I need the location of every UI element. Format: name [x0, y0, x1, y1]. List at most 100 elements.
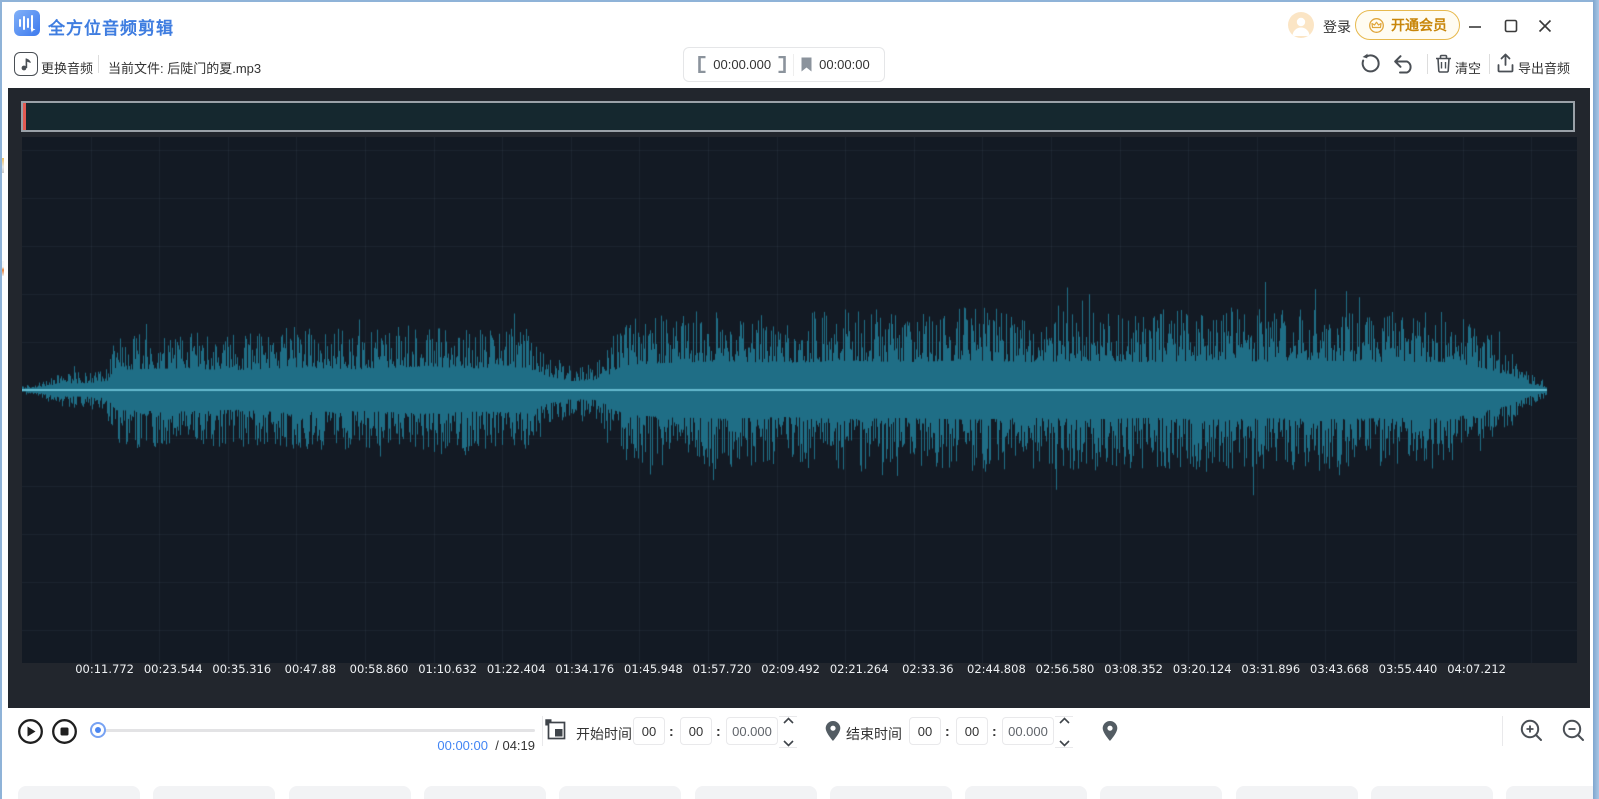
transport-divider: [542, 716, 543, 746]
chevron-up-icon: [1059, 717, 1070, 724]
clear-label[interactable]: 清空: [1455, 58, 1481, 77]
bottom-card[interactable]: [1100, 786, 1222, 799]
play-icon: [17, 718, 44, 745]
zoom-in-button[interactable]: [1519, 718, 1544, 743]
bottom-card[interactable]: [424, 786, 546, 799]
transport-divider: [1502, 716, 1503, 746]
set-end-marker-button[interactable]: [1101, 720, 1119, 742]
bottom-card[interactable]: [1506, 786, 1599, 799]
minimap-overview[interactable]: [21, 101, 1575, 132]
total-duration: / 04:19: [492, 738, 535, 753]
export-label[interactable]: 导出音频: [1518, 58, 1570, 77]
start-time-stepper[interactable]: [779, 716, 797, 748]
start-mm-input[interactable]: [680, 717, 712, 745]
time-label: 03:20.124: [1173, 662, 1232, 676]
playback-time-display: 00:00:00 / 04:19: [390, 738, 535, 753]
zoom-in-icon: [1519, 718, 1544, 743]
undo-icon: [1392, 53, 1416, 75]
time-label: 01:22.404: [487, 662, 546, 676]
toolbar-divider: [1489, 54, 1490, 74]
change-audio-button[interactable]: [14, 52, 38, 76]
chevron-down-icon: [1059, 740, 1070, 747]
time-label: 00:11.772: [75, 662, 134, 676]
maximize-icon: [1504, 19, 1518, 33]
start-time-label: 开始时间: [576, 724, 632, 744]
colon-separator: :: [716, 723, 721, 739]
music-note-icon: [20, 57, 33, 71]
start-sms-input[interactable]: [726, 717, 778, 745]
bottom-card[interactable]: [18, 786, 140, 799]
progress-slider-thumb[interactable]: [90, 722, 106, 738]
desktop-edge: [0, 0, 2, 799]
change-audio-label[interactable]: 更换音频: [41, 58, 93, 77]
end-time-stepper[interactable]: [1055, 716, 1073, 748]
time-label: 03:08.352: [1104, 662, 1163, 676]
zoom-out-icon: [1561, 718, 1586, 743]
minimap-playhead-marker[interactable]: [23, 103, 26, 130]
bottom-card[interactable]: [695, 786, 817, 799]
person-icon: [1288, 12, 1314, 38]
time-label: 03:31.896: [1241, 662, 1300, 676]
time-label: 00:35.316: [212, 662, 271, 676]
location-pin-icon: [824, 720, 842, 742]
time-label: 01:45.948: [624, 662, 683, 676]
crop-selection-icon-button[interactable]: [545, 719, 568, 742]
trash-icon: [1435, 54, 1452, 73]
waveform-canvas[interactable]: [22, 137, 1577, 663]
avatar[interactable]: [1288, 12, 1314, 38]
bottom-card[interactable]: [965, 786, 1087, 799]
stop-icon: [51, 718, 78, 745]
bottom-card[interactable]: [1236, 786, 1358, 799]
colon-separator: :: [945, 723, 950, 739]
chevron-up-icon: [783, 717, 794, 724]
bottom-card[interactable]: [289, 786, 411, 799]
bottom-card[interactable]: [830, 786, 952, 799]
end-time-label: 结束时间: [846, 724, 902, 744]
time-label: 00:47.88: [285, 662, 336, 676]
login-button[interactable]: 登录: [1323, 17, 1351, 37]
waveform-panel: 00:11.77200:23.54400:35.31600:47.8800:58…: [8, 88, 1590, 708]
bracket-left-icon: [698, 56, 706, 73]
end-sms-input[interactable]: [1002, 717, 1054, 745]
time-label: 03:55.440: [1379, 662, 1438, 676]
progress-slider-track[interactable]: [90, 729, 535, 732]
crown-icon: [1368, 18, 1385, 33]
time-label: 01:10.632: [418, 662, 477, 676]
page-title: 全方位音频剪辑: [48, 14, 174, 39]
maximize-button[interactable]: [1496, 14, 1526, 38]
bracket-right-icon: [778, 56, 786, 73]
crop-icon: [545, 719, 568, 742]
zoom-out-button[interactable]: [1561, 718, 1586, 743]
vip-label: 开通会员: [1391, 15, 1447, 35]
end-hh-input[interactable]: [909, 717, 941, 745]
end-mm-input[interactable]: [956, 717, 988, 745]
bottom-card[interactable]: [153, 786, 275, 799]
minimize-icon: [1468, 19, 1482, 33]
app-logo: [14, 10, 40, 36]
equalizer-icon: [17, 13, 37, 33]
set-start-marker-button[interactable]: [824, 720, 842, 742]
stop-button[interactable]: [51, 718, 78, 745]
desktop-edge: [1593, 0, 1599, 799]
play-button[interactable]: [17, 718, 44, 745]
redo-button[interactable]: [1359, 53, 1381, 75]
export-button[interactable]: [1497, 53, 1514, 73]
colon-separator: :: [669, 723, 674, 739]
start-hh-input[interactable]: [633, 717, 665, 745]
undo-button[interactable]: [1392, 53, 1416, 75]
close-button[interactable]: [1530, 14, 1560, 38]
toolbar-divider: [98, 55, 99, 73]
bottom-card[interactable]: [1371, 786, 1493, 799]
bookmark-icon: [801, 57, 812, 72]
vip-button[interactable]: 开通会员: [1355, 10, 1460, 40]
slider-dot: [95, 727, 101, 733]
minimize-button[interactable]: [1460, 14, 1490, 38]
bottom-card[interactable]: [559, 786, 681, 799]
time-label: 01:34.176: [555, 662, 614, 676]
time-label: 00:23.544: [144, 662, 203, 676]
clear-button[interactable]: [1435, 54, 1452, 73]
chevron-down-icon: [783, 740, 794, 747]
time-label: 01:57.720: [693, 662, 752, 676]
app-window: 全方位音频剪辑 登录 开通会员 更换音: [0, 0, 1599, 799]
time-label: 02:33.36: [902, 662, 953, 676]
